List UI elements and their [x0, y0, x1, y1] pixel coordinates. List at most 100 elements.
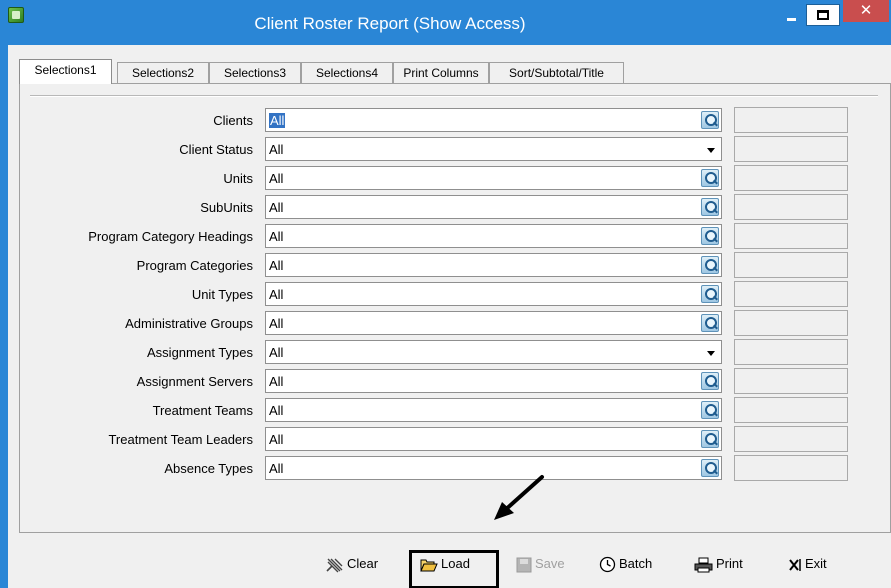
- assignment-types-label: Assignment Types: [147, 345, 253, 360]
- tab-label: Selections2: [131, 66, 195, 80]
- tab-selections1[interactable]: Selections1: [19, 59, 112, 84]
- search-icon[interactable]: [701, 430, 719, 448]
- unit-types-field[interactable]: All: [265, 282, 722, 306]
- unit-types-value: All: [269, 287, 284, 302]
- treatment-team-leaders-summary-box: [734, 426, 848, 452]
- unit-types-summary-box: [734, 281, 848, 307]
- app-window: Client Roster Report (Show Access) ✕ Sel…: [0, 0, 891, 588]
- maximize-button[interactable]: [806, 4, 840, 26]
- units-value: All: [269, 171, 284, 186]
- assignment-servers-field[interactable]: All: [265, 369, 722, 393]
- floppy-icon: [516, 557, 532, 573]
- tab-selections3[interactable]: Selections3: [209, 62, 301, 83]
- clear-icon: [326, 558, 343, 573]
- assignment-servers-label: Assignment Servers: [136, 374, 253, 389]
- search-icon[interactable]: [701, 227, 719, 245]
- client-status-value: All: [269, 142, 284, 157]
- minimize-button[interactable]: [778, 7, 804, 27]
- administrative-groups-value: All: [269, 316, 284, 331]
- selections-panel: Clients All Client Status All Units All SubUni…: [19, 83, 891, 533]
- units-label: Units: [223, 171, 253, 186]
- clients-field[interactable]: All: [265, 108, 722, 132]
- window-title: Client Roster Report (Show Access): [254, 14, 526, 33]
- assignment-servers-summary-box: [734, 368, 848, 394]
- load-button[interactable]: Load: [420, 553, 470, 579]
- batch-label: Batch: [619, 556, 653, 571]
- assignment-servers-value: All: [269, 374, 284, 389]
- search-icon[interactable]: [701, 285, 719, 303]
- treatment-teams-field[interactable]: All: [265, 398, 722, 422]
- subunits-field[interactable]: All: [265, 195, 722, 219]
- subunits-label: SubUnits: [200, 200, 253, 215]
- exit-icon: [789, 558, 801, 571]
- subunits-summary-box: [734, 194, 848, 220]
- subunits-value: All: [269, 200, 284, 215]
- exit-label: Exit: [805, 556, 827, 571]
- absence-types-value: All: [269, 461, 284, 476]
- clients-value: All: [269, 113, 286, 128]
- program-category-headings-field[interactable]: All: [265, 224, 722, 248]
- tab-sort-subtotal-title[interactable]: Sort/Subtotal/Title: [489, 62, 624, 83]
- clients-label: Clients: [213, 113, 253, 128]
- maximize-icon: [817, 10, 829, 20]
- clear-label: Clear: [347, 556, 379, 571]
- title-bar[interactable]: Client Roster Report (Show Access) ✕: [0, 0, 891, 45]
- program-category-headings-value: All: [269, 229, 284, 244]
- search-icon[interactable]: [701, 169, 719, 187]
- chevron-down-icon[interactable]: [707, 351, 715, 356]
- exit-button[interactable]: Exit: [788, 553, 827, 579]
- treatment-teams-value: All: [269, 403, 284, 418]
- divider: [30, 95, 878, 97]
- tab-selections2[interactable]: Selections2: [117, 62, 209, 83]
- administrative-groups-label: Administrative Groups: [125, 316, 253, 331]
- chevron-down-icon[interactable]: [707, 148, 715, 153]
- search-icon[interactable]: [701, 401, 719, 419]
- tab-label: Selections4: [315, 66, 379, 80]
- assignment-types-summary-box: [734, 339, 848, 365]
- tab-print-columns[interactable]: Print Columns: [393, 62, 489, 83]
- treatment-team-leaders-field[interactable]: All: [265, 427, 722, 451]
- assignment-types-field[interactable]: All: [265, 340, 722, 364]
- batch-button[interactable]: Batch: [599, 553, 652, 579]
- print-label: Print: [716, 556, 743, 571]
- program-categories-value: All: [269, 258, 284, 273]
- treatment-teams-summary-box: [734, 397, 848, 423]
- client-area: Selections1 Selections2 Selections3 Sele…: [8, 45, 891, 588]
- units-summary-box: [734, 165, 848, 191]
- save-button[interactable]: Save: [516, 553, 565, 579]
- search-icon[interactable]: [701, 111, 719, 129]
- clients-summary-box: [734, 107, 848, 133]
- print-button[interactable]: Print: [694, 553, 743, 579]
- units-field[interactable]: All: [265, 166, 722, 190]
- client-status-label: Client Status: [179, 142, 253, 157]
- administrative-groups-field[interactable]: All: [265, 311, 722, 335]
- administrative-groups-summary-box: [734, 310, 848, 336]
- program-categories-label: Program Categories: [136, 258, 253, 273]
- program-categories-field[interactable]: All: [265, 253, 722, 277]
- program-category-headings-label: Program Category Headings: [88, 229, 253, 244]
- search-icon[interactable]: [701, 372, 719, 390]
- close-button[interactable]: ✕: [843, 0, 889, 22]
- load-label: Load: [441, 556, 470, 571]
- client-status-field[interactable]: All: [265, 137, 722, 161]
- unit-types-label: Unit Types: [191, 287, 253, 302]
- tab-label: Sort/Subtotal/Title: [509, 66, 604, 80]
- search-icon[interactable]: [701, 198, 719, 216]
- absence-types-summary-box: [734, 455, 848, 481]
- tab-selections4[interactable]: Selections4: [301, 62, 393, 83]
- absence-types-label: Absence Types: [164, 461, 253, 476]
- treatment-team-leaders-label: Treatment Team Leaders: [108, 432, 253, 447]
- tab-label: Selections1: [34, 63, 97, 77]
- search-icon[interactable]: [701, 256, 719, 274]
- search-icon[interactable]: [701, 314, 719, 332]
- tab-label: Selections3: [223, 66, 287, 80]
- treatment-team-leaders-value: All: [269, 432, 284, 447]
- clear-button[interactable]: Clear: [326, 553, 378, 579]
- program-categories-summary-box: [734, 252, 848, 278]
- program-category-headings-summary-box: [734, 223, 848, 249]
- printer-icon: [694, 557, 713, 573]
- tab-label: Print Columns: [403, 66, 479, 80]
- search-icon[interactable]: [701, 459, 719, 477]
- clock-icon: [599, 556, 616, 573]
- minimize-icon: [787, 18, 796, 21]
